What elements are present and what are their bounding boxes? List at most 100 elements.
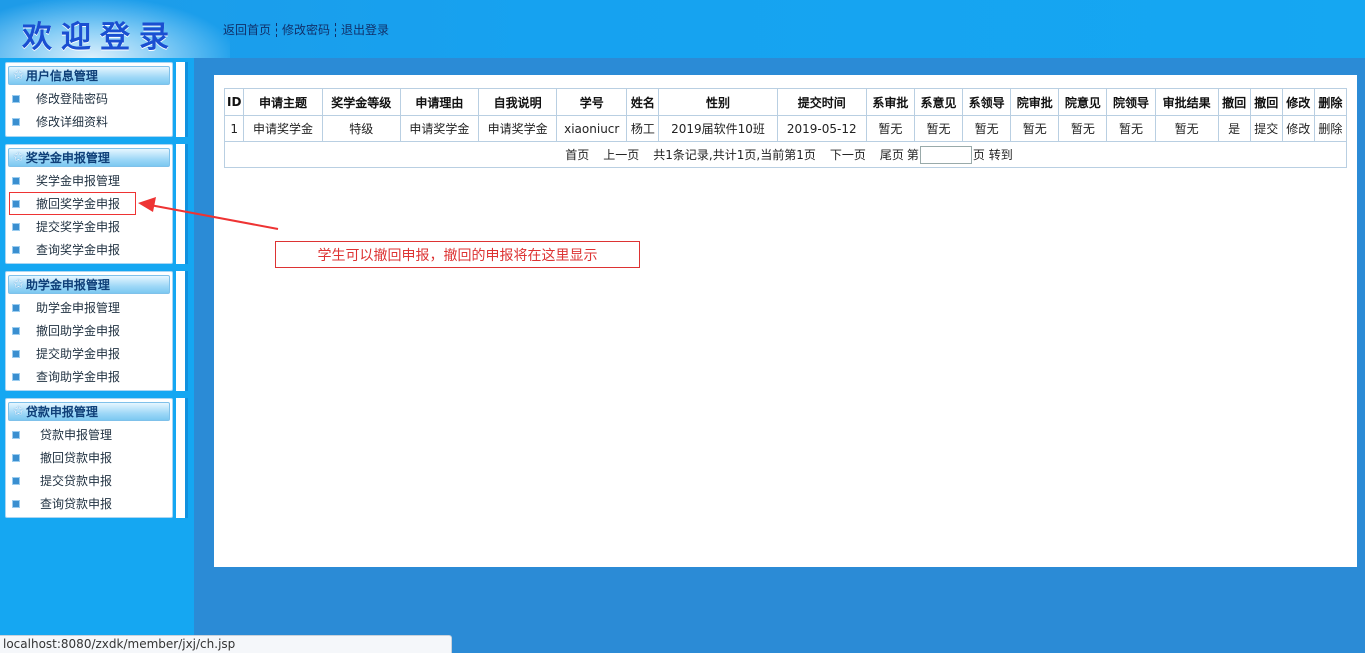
sidebar-item-label[interactable]: 查询助学金申报 (36, 368, 120, 385)
cell-dept-opinion: 暂无 (913, 115, 964, 142)
sidebar-item-grant-manage[interactable]: 助学金申报管理 (6, 296, 172, 319)
table-header-row: ID 申请主题 奖学金等级 申请理由 自我说明 学号 姓名 性别 提交时间 系审… (223, 88, 1348, 116)
sidebar-item-grant-query[interactable]: 查询助学金申报 (6, 365, 172, 388)
pager-row: 首页 上一页 共1条记录,共计1页,当前第1页 下一页 尾页 第 页 转到 (224, 141, 1347, 168)
sidebar-item-edit-profile[interactable]: 修改详细资料 (6, 110, 172, 133)
column-header: 申请理由 (399, 88, 479, 116)
sidebar-item-label[interactable]: 撤回贷款申报 (40, 449, 112, 466)
cell-approval-result: 暂无 (1154, 115, 1219, 142)
menu-rail (176, 271, 188, 391)
square-bullet-icon (12, 176, 20, 185)
column-header: 奖学金等级 (321, 88, 401, 116)
column-header: 姓名 (626, 88, 660, 116)
square-bullet-icon (12, 303, 20, 312)
menu-group-header[interactable]: ✩ 贷款申报管理 (8, 402, 170, 421)
sidebar-item-label[interactable]: 贷款申报管理 (40, 426, 112, 443)
cell-submit-time: 2019-05-12 (776, 115, 867, 142)
sidebar-item-label[interactable]: 奖学金申报管理 (36, 172, 120, 189)
menu-group-title: 助学金申报管理 (25, 278, 110, 292)
sidebar-item-scholarship-submit[interactable]: 提交奖学金申报 (6, 215, 172, 238)
column-header: 申请主题 (243, 88, 323, 116)
nav-change-password-link[interactable]: 修改密码 (282, 21, 330, 38)
star-icon: ✩ (13, 68, 24, 83)
delete-link[interactable]: 删除 (1313, 115, 1348, 142)
menu-group-header[interactable]: ✩ 用户信息管理 (8, 66, 170, 85)
column-header: ID (223, 88, 245, 116)
cell-self-description: 申请奖学金 (477, 115, 558, 142)
cell-dept-approval: 暂无 (865, 115, 915, 142)
submit-link[interactable]: 提交 (1249, 115, 1283, 142)
first-page-link[interactable]: 首页 (565, 146, 589, 163)
column-header: 院意见 (1058, 88, 1108, 116)
menu-group-scholarship: ✩ 奖学金申报管理 奖学金申报管理 撤回奖学金申报 提交奖学金申报 查询奖学金申报 (5, 144, 173, 264)
square-bullet-icon (12, 222, 20, 231)
square-bullet-icon (12, 430, 20, 439)
sidebar-item-scholarship-manage[interactable]: 奖学金申报管理 (6, 169, 172, 192)
cell-dept-leader: 暂无 (962, 115, 1012, 142)
sidebar-item-grant-withdraw[interactable]: 撤回助学金申报 (6, 319, 172, 342)
cell-class: 2019届软件10班 (658, 115, 778, 142)
next-page-link[interactable]: 下一页 (830, 146, 866, 163)
cell-id: 1 (223, 115, 245, 142)
sidebar-item-label[interactable]: 撤回助学金申报 (36, 322, 120, 339)
star-icon: ✩ (13, 150, 24, 165)
last-page-link[interactable]: 尾页 (880, 146, 904, 163)
square-bullet-icon (12, 94, 20, 103)
nav-separator (335, 22, 337, 37)
pager-summary: 共1条记录,共计1页,当前第1页 (653, 148, 816, 162)
edit-link[interactable]: 修改 (1281, 115, 1315, 142)
nav-logout-link[interactable]: 退出登录 (341, 21, 389, 38)
sidebar-item-label[interactable]: 撤回奖学金申报 (36, 195, 120, 212)
menu-rail (176, 62, 188, 137)
browser-status-bar: localhost:8080/zxdk/member/jxj/ch.jsp (0, 635, 452, 653)
sidebar-item-scholarship-withdraw[interactable]: 撤回奖学金申报 (9, 192, 136, 215)
annotation-callout: 学生可以撤回申报，撤回的申报将在这里显示 (275, 241, 640, 268)
sidebar-item-loan-withdraw[interactable]: 撤回贷款申报 (6, 446, 172, 469)
cell-level: 特级 (321, 115, 401, 142)
sidebar-item-label[interactable]: 提交贷款申报 (40, 472, 112, 489)
menu-group-title: 贷款申报管理 (25, 405, 98, 419)
column-header: 院审批 (1010, 88, 1060, 116)
sidebar-item-label[interactable]: 提交助学金申报 (36, 345, 120, 362)
square-bullet-icon (12, 372, 20, 381)
sidebar-item-label[interactable]: 查询贷款申报 (40, 495, 112, 512)
header: 欢迎登录 返回首页 修改密码 退出登录 (0, 0, 1365, 58)
star-icon: ✩ (13, 277, 24, 292)
page-prefix: 第 (906, 148, 919, 162)
sidebar-item-loan-manage[interactable]: 贷款申报管理 (6, 423, 172, 446)
pagination: 首页 上一页 共1条记录,共计1页,当前第1页 下一页 尾页 第 页 转到 (558, 145, 1013, 164)
sidebar-item-label[interactable]: 修改详细资料 (36, 113, 108, 130)
page-number-input[interactable] (919, 145, 972, 164)
sidebar-item-change-password[interactable]: 修改登陆密码 (6, 87, 172, 110)
cell-college-leader: 暂无 (1106, 115, 1156, 142)
square-bullet-icon (12, 453, 20, 462)
square-bullet-icon (12, 476, 20, 485)
nav-home-link[interactable]: 返回首页 (223, 21, 271, 38)
cell-name: 杨工 (626, 115, 660, 142)
column-header: 性别 (658, 88, 778, 116)
prev-page-link[interactable]: 上一页 (603, 146, 639, 163)
sidebar-item-label[interactable]: 助学金申报管理 (36, 299, 120, 316)
menu-group-header[interactable]: ✩ 奖学金申报管理 (8, 148, 170, 167)
sidebar-item-loan-submit[interactable]: 提交贷款申报 (6, 469, 172, 492)
sidebar-item-label[interactable]: 提交奖学金申报 (36, 218, 120, 235)
column-header: 审批结果 (1154, 88, 1219, 116)
square-bullet-icon (12, 349, 20, 358)
menu-group-title: 奖学金申报管理 (25, 151, 110, 165)
column-header: 学号 (556, 88, 628, 116)
cell-college-opinion: 暂无 (1058, 115, 1108, 142)
goto-page-link[interactable]: 页 转到 (973, 146, 1013, 163)
star-icon: ✩ (13, 404, 24, 419)
withdrawn-applications-table: ID 申请主题 奖学金等级 申请理由 自我说明 学号 姓名 性别 提交时间 系审… (223, 88, 1348, 168)
column-header: 撤回 (1249, 88, 1283, 116)
nav-separator (276, 22, 278, 37)
menu-group-header[interactable]: ✩ 助学金申报管理 (8, 275, 170, 294)
square-bullet-icon (12, 499, 20, 508)
sidebar-item-scholarship-query[interactable]: 查询奖学金申报 (6, 238, 172, 261)
sidebar-item-label[interactable]: 修改登陆密码 (36, 90, 108, 107)
sidebar-item-grant-submit[interactable]: 提交助学金申报 (6, 342, 172, 365)
content-panel: ID 申请主题 奖学金等级 申请理由 自我说明 学号 姓名 性别 提交时间 系审… (214, 75, 1357, 567)
square-bullet-icon (12, 117, 20, 126)
sidebar-item-loan-query[interactable]: 查询贷款申报 (6, 492, 172, 515)
sidebar-item-label[interactable]: 查询奖学金申报 (36, 241, 120, 258)
